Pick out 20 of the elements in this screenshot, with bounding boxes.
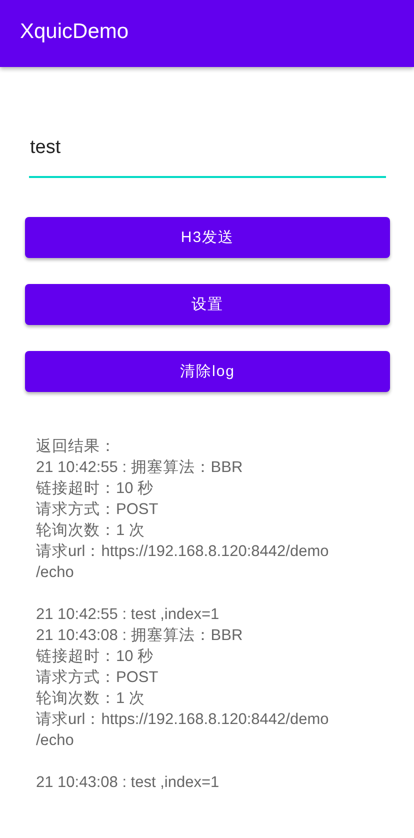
action-button[interactable]: 设置	[25, 284, 390, 325]
log-line: 链接超时：10 秒	[36, 479, 155, 499]
log-line: 链接超时：10 秒	[36, 647, 155, 667]
log-line: 21 10:43:08 : test ,index=1	[36, 773, 220, 793]
log-line: 轮询次数：1 次	[36, 521, 146, 541]
text-input-field[interactable]: test	[29, 129, 386, 178]
log-line: 轮询次数：1 次	[36, 689, 146, 709]
app-title: XquicDemo	[20, 20, 129, 43]
log-line: 21 10:43:08 : 拥塞算法：BBR	[36, 626, 244, 646]
log-line: 请求url：https://192.168.8.120:8442/demo	[36, 542, 330, 562]
log-line: /echo	[36, 563, 75, 583]
log-line: 请求方式：POST	[36, 500, 160, 520]
action-button[interactable]: 清除log	[25, 351, 390, 392]
log-line: 请求url：https://192.168.8.120:8442/demo	[36, 710, 330, 730]
log-line: 21 10:42:55 : 拥塞算法：BBR	[36, 458, 244, 478]
log-line: /echo	[36, 731, 75, 751]
log-line: 21 10:42:55 : test ,index=1	[36, 605, 220, 625]
action-button[interactable]: H3发送	[25, 217, 390, 258]
log-line: 返回结果：	[36, 437, 117, 457]
log-line: 请求方式：POST	[36, 668, 160, 688]
